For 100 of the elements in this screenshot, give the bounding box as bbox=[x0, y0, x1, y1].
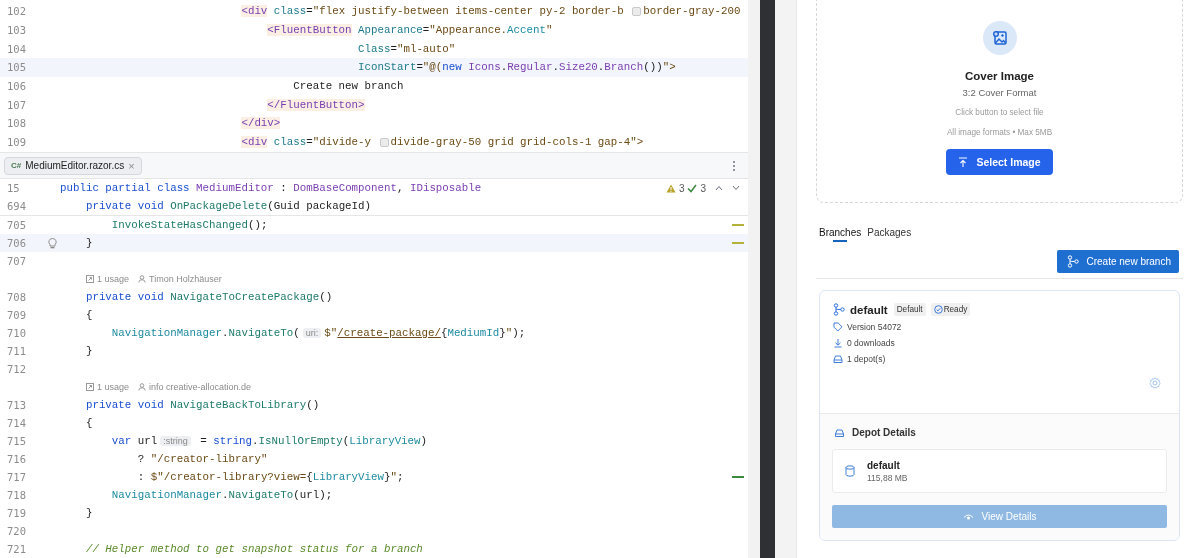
close-button[interactable]: × bbox=[128, 159, 135, 172]
tag-icon bbox=[833, 322, 843, 332]
code-text: public partial class MediumEditor : DomBaseComponent, IDisposable bbox=[60, 182, 482, 194]
code-text: </div> bbox=[241, 117, 281, 130]
line-number: 707 bbox=[6, 255, 27, 267]
code-text: <FluentButton Appearance="Appearance.Accent" bbox=[267, 24, 553, 37]
line-number: 714 bbox=[6, 417, 27, 429]
line-number: 105 bbox=[6, 61, 27, 74]
more-options-icon[interactable] bbox=[732, 159, 736, 172]
section-title: Depot Details bbox=[852, 427, 916, 438]
code-text: private void OnPackageDelete(Guid packageId) bbox=[85, 200, 372, 212]
author-name[interactable]: info creative-allocation.de bbox=[149, 382, 252, 392]
code-text: { bbox=[85, 417, 93, 429]
drive-icon bbox=[833, 354, 843, 364]
branch-meta: Version 54072 bbox=[847, 322, 902, 332]
line-number: 710 bbox=[6, 327, 27, 339]
code-text: Create new branch bbox=[293, 80, 404, 93]
line-number: 705 bbox=[6, 219, 27, 231]
image-add-icon bbox=[982, 21, 1017, 55]
line-number: 104 bbox=[6, 42, 27, 55]
line-number: 709 bbox=[6, 309, 27, 321]
inlay-hint: :string bbox=[160, 436, 191, 446]
drive-icon bbox=[834, 427, 845, 438]
line-number: 715 bbox=[6, 435, 27, 447]
depot-name: default bbox=[867, 459, 901, 471]
line-number: 712 bbox=[6, 363, 27, 375]
file-tab-label: MediumEditor.razor.cs bbox=[25, 160, 125, 171]
author-name[interactable]: Timon Holzhäuser bbox=[149, 274, 222, 284]
line-number: 706 bbox=[6, 237, 27, 249]
code-text: </FluentButton> bbox=[267, 98, 365, 111]
code-text: : $"/creator-library?view={LibraryView}"; bbox=[137, 471, 404, 483]
branch-icon bbox=[1066, 255, 1079, 268]
status-badge: Ready bbox=[930, 303, 971, 316]
eye-icon bbox=[962, 512, 974, 521]
line-number: 720 bbox=[6, 525, 27, 537]
code-text: border-gray-200 bbox=[643, 5, 741, 18]
language-label: C# bbox=[11, 161, 22, 170]
code-text: { bbox=[85, 309, 93, 321]
line-number: 717 bbox=[6, 471, 27, 483]
scrollbar-track[interactable] bbox=[748, 0, 760, 558]
line-number: 713 bbox=[6, 399, 27, 411]
default-badge: Default bbox=[893, 303, 926, 316]
file-tab[interactable]: C# MediumEditor.razor.cs × bbox=[4, 156, 142, 175]
code-text: = string.IsNullOrEmpty(LibraryView) bbox=[199, 435, 428, 447]
tab[interactable]: Branches bbox=[819, 227, 862, 242]
code-text: } bbox=[85, 507, 93, 519]
depot-size: 115,88 MB bbox=[867, 472, 908, 483]
code-text: private void NavigateBackToLibrary() bbox=[85, 399, 320, 411]
warning-icon bbox=[665, 183, 676, 193]
usage-icon bbox=[86, 383, 94, 391]
code-text: Class="ml-auto" bbox=[358, 42, 456, 55]
code-text: InvokeStateHasChanged(); bbox=[111, 219, 268, 231]
line-number: 719 bbox=[6, 507, 27, 519]
branch-icon bbox=[833, 303, 845, 316]
usage-count[interactable]: 1 usage bbox=[97, 274, 130, 284]
tab[interactable]: Packages bbox=[867, 227, 912, 242]
color-swatch-icon bbox=[379, 137, 389, 147]
code-text: ? "/creator-library" bbox=[137, 453, 268, 465]
line-number: 106 bbox=[6, 80, 27, 93]
code-text: NavigationManager.NavigateTo(url); bbox=[111, 489, 333, 501]
branch-name: default bbox=[850, 303, 888, 316]
chevron-up-icon[interactable] bbox=[715, 185, 723, 191]
code-text: IconStart="@(new Icons.Regular.Size20.Branch())"> bbox=[358, 61, 676, 74]
line-number: 716 bbox=[6, 453, 27, 465]
code-text: } bbox=[85, 237, 93, 249]
line-number: 15 bbox=[6, 182, 21, 194]
upload-title: Cover Image bbox=[965, 70, 1034, 82]
code-text: } bbox=[85, 345, 93, 357]
line-number: 103 bbox=[6, 24, 27, 37]
code-text: <div class="flex justify-between items-center py-2 border-b bbox=[241, 5, 625, 18]
usage-icon bbox=[86, 275, 94, 283]
check-icon bbox=[687, 183, 698, 193]
upload-icon bbox=[958, 156, 969, 168]
line-number: 102 bbox=[6, 5, 27, 18]
line-number: 721 bbox=[6, 543, 27, 555]
line-number: 108 bbox=[6, 117, 27, 130]
inlay-hint: uri: bbox=[302, 328, 322, 338]
upload-hint: Click button to select file bbox=[955, 108, 1044, 117]
line-number: 694 bbox=[6, 200, 27, 212]
upload-formats: All image formats • Max 5MB bbox=[946, 128, 1053, 137]
line-number: 708 bbox=[6, 291, 27, 303]
passed-count[interactable]: 3 bbox=[700, 182, 706, 194]
upload-subtitle: 3:2 Cover Format bbox=[962, 87, 1037, 98]
code-text: <div class="divide-y bbox=[241, 136, 373, 149]
code-text: $"/create-package/{MediumId}"); bbox=[324, 327, 526, 339]
chevron-down-icon[interactable] bbox=[732, 185, 740, 191]
warning-count[interactable]: 3 bbox=[678, 182, 685, 194]
color-swatch-icon bbox=[632, 6, 642, 16]
code-text: var url bbox=[111, 435, 158, 447]
code-text: divide-gray-50 grid grid-cols-1 gap-4"> bbox=[390, 136, 644, 149]
usage-count[interactable]: 1 usage bbox=[97, 382, 130, 392]
lightbulb-icon[interactable] bbox=[48, 237, 57, 249]
line-number: 718 bbox=[6, 489, 27, 501]
person-icon bbox=[138, 383, 147, 391]
create-branch-button[interactable]: Create new branch bbox=[1056, 250, 1179, 273]
database-icon bbox=[845, 465, 855, 477]
settings-icon[interactable] bbox=[1149, 377, 1161, 389]
branch-meta: 0 downloads bbox=[847, 338, 895, 348]
line-number: 109 bbox=[6, 136, 27, 149]
select-image-button[interactable]: Select Image bbox=[946, 149, 1053, 175]
